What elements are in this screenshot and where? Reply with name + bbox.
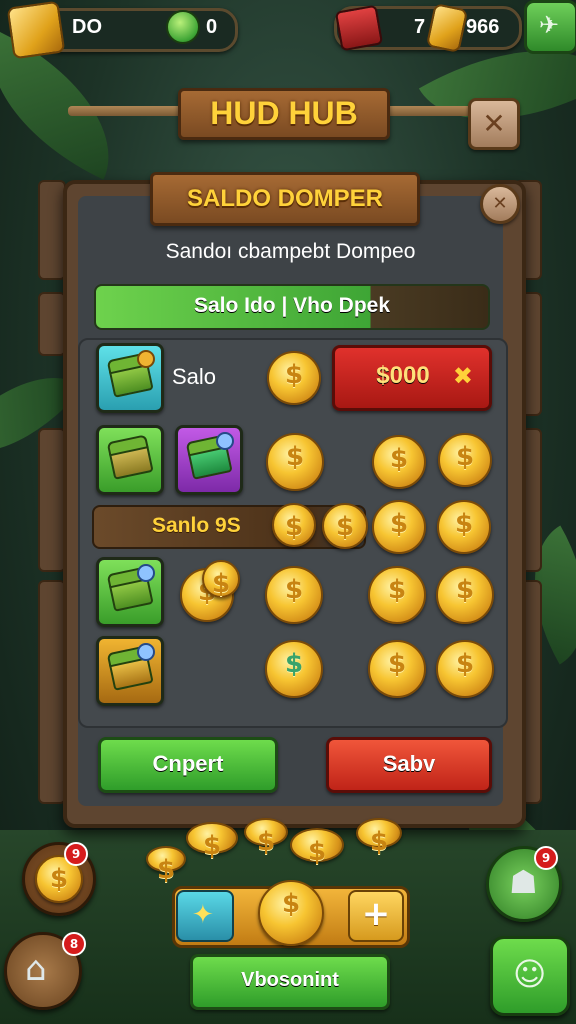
- side-card: [38, 180, 66, 280]
- boost-button[interactable]: ✦: [176, 890, 234, 942]
- dollar-coin-icon[interactable]: [372, 500, 426, 554]
- side-card: [38, 428, 66, 572]
- close-icon: ✕: [492, 193, 508, 214]
- dollar-coin-icon[interactable]: [436, 566, 494, 624]
- banner-title: HUD HUB: [210, 95, 358, 131]
- progress-label: Salo Ido | Vho Dpek: [193, 294, 391, 317]
- dialog-header-banner: SALDO DOMPER: [150, 172, 420, 226]
- coin-amount: 0: [206, 16, 218, 38]
- dollar-coin-icon[interactable]: [368, 566, 426, 624]
- dialog-title: SALDO DOMPER: [186, 185, 383, 212]
- gold-amount: DO: [72, 16, 102, 38]
- gem-icon: [216, 432, 234, 450]
- lightning-icon: ✦: [192, 900, 214, 930]
- spirit-icon: ☗: [509, 863, 538, 901]
- dollar-coin-icon[interactable]: [438, 433, 492, 487]
- ghost-icon: ☺: [513, 955, 547, 993]
- dollar-coin-icon[interactable]: [322, 503, 368, 549]
- confirm-button[interactable]: Cnpert: [98, 737, 278, 793]
- chest-tile[interactable]: [96, 557, 164, 627]
- notification-badge: 9: [534, 846, 558, 870]
- dollar-coin-icon: [244, 818, 288, 857]
- price-button[interactable]: $000 ✖: [332, 345, 492, 411]
- dollar-coin-icon[interactable]: [267, 351, 321, 405]
- row-label: Salо: [172, 364, 217, 389]
- dollar-coin-icon[interactable]: [266, 433, 324, 491]
- side-card: [38, 292, 66, 356]
- treasure-chest-icon: [108, 442, 154, 480]
- dollar-coin-icon[interactable]: [372, 435, 426, 489]
- chest-tile[interactable]: [175, 425, 243, 495]
- cancel-label: Sabv: [382, 751, 436, 776]
- score-amount: 966: [466, 16, 500, 38]
- notification-badge: 8: [62, 932, 86, 956]
- gold-bar-icon: [6, 0, 66, 60]
- plus-button[interactable]: +: [348, 890, 404, 942]
- gem-icon: [137, 564, 155, 582]
- notification-badge: 9: [64, 842, 88, 866]
- dollar-coin-icon: [356, 818, 402, 857]
- gear-icon: ✈: [539, 11, 560, 39]
- chest-tile[interactable]: [96, 636, 164, 706]
- dollar-coin-icon[interactable]: [258, 880, 324, 946]
- dollar-coin-icon: [290, 828, 344, 867]
- chest-tile[interactable]: [96, 425, 164, 495]
- dollar-coin-icon[interactable]: [202, 560, 240, 599]
- gem-amount: 7: [414, 16, 426, 38]
- coin-icon[interactable]: [166, 10, 200, 44]
- dollar-coin-icon[interactable]: [265, 566, 323, 624]
- gem-icon: [137, 643, 155, 661]
- dollar-coin-icon[interactable]: [436, 640, 494, 698]
- dollar-coin-icon[interactable]: [368, 640, 426, 698]
- dollar-coin-icon: [186, 822, 238, 861]
- treasure-chest-icon: [334, 4, 384, 52]
- gem-icon: [137, 350, 155, 368]
- plus-icon: +: [361, 894, 391, 934]
- balance-label: Sanlo 9S: [152, 514, 241, 537]
- dollar-coin-icon: [146, 846, 186, 885]
- dialog-close-button[interactable]: ✕: [480, 184, 520, 224]
- dialog-subtitle: Sandoı cbampebt Dompeo: [165, 240, 416, 263]
- dollar-coin-icon[interactable]: [437, 500, 491, 554]
- bottom-action-button[interactable]: Vbosonint: [190, 954, 390, 1010]
- chest-tile[interactable]: [96, 343, 164, 413]
- close-icon: ✕: [482, 107, 506, 140]
- hud-hub-banner: HUD HUB: [178, 88, 390, 140]
- bottom-action-label: Vbosonint: [241, 969, 339, 991]
- dollar-coin-icon[interactable]: [272, 503, 316, 547]
- house-icon: ⌂: [25, 949, 47, 989]
- cancel-button[interactable]: Sabv: [326, 737, 492, 793]
- friends-button[interactable]: ☺: [490, 936, 570, 1016]
- dollar-coin-icon[interactable]: [265, 640, 323, 698]
- wallet-progress-bar: Salo Ido | Vho Dpek: [94, 284, 490, 330]
- confirm-label: Cnpert: [152, 751, 224, 776]
- settings-button[interactable]: ✈: [524, 0, 576, 54]
- close-icon: ✖: [452, 362, 473, 390]
- banner-close-button[interactable]: ✕: [468, 98, 520, 150]
- side-card: [38, 580, 66, 804]
